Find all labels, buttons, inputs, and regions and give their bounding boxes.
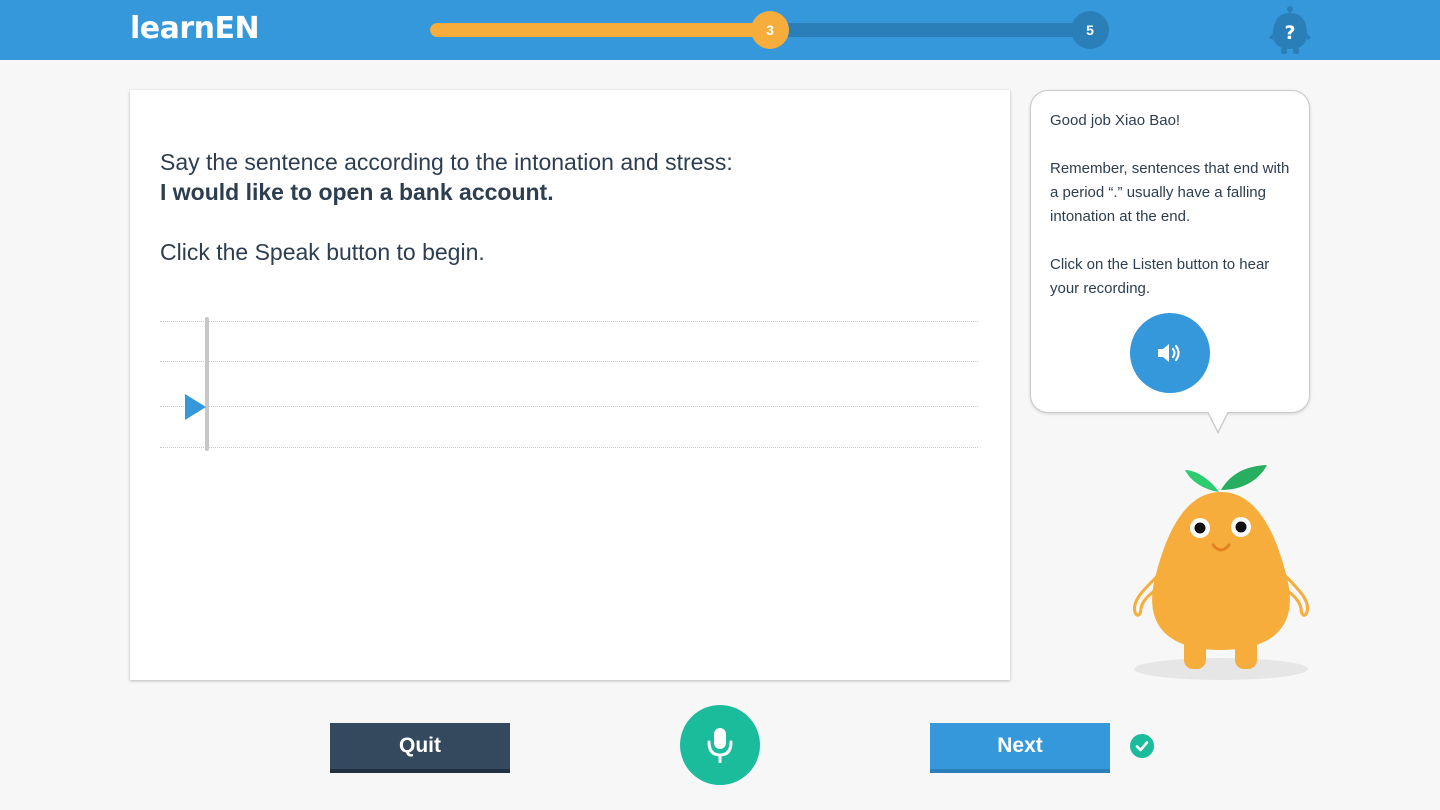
feedback-bubble: Good job Xiao Bao! Remember, sentences t…	[1030, 90, 1310, 413]
feedback-tip: Remember, sentences that end with a peri…	[1050, 160, 1290, 225]
help-icon: ?	[1269, 6, 1311, 54]
check-icon	[1130, 734, 1154, 758]
speak-button[interactable]	[680, 705, 760, 785]
mascot	[1133, 465, 1309, 680]
microphone-icon	[707, 728, 733, 763]
next-button[interactable]: Next	[930, 723, 1110, 773]
instruction-text: Say the sentence according to the intona…	[160, 149, 733, 175]
pitch-line	[160, 361, 978, 362]
current-step-badge: 3	[751, 11, 789, 49]
lesson-card: Say the sentence according to the intona…	[130, 90, 1010, 680]
pitch-line	[160, 406, 978, 407]
feedback-greeting: Good job Xiao Bao!	[1050, 112, 1181, 129]
pitch-line	[160, 447, 978, 448]
target-sentence: I would like to open a bank account.	[160, 179, 554, 205]
help-button[interactable]: ?	[1268, 5, 1312, 55]
feedback-listen-hint: Click on the Listen button to hear your …	[1050, 256, 1270, 297]
top-bar: learnEN 3 5 ?	[0, 0, 1440, 60]
quit-button[interactable]: Quit	[330, 723, 510, 773]
speaker-icon	[1158, 344, 1180, 362]
speak-hint: Click the Speak button to begin.	[160, 239, 485, 265]
listen-button[interactable]	[1130, 313, 1210, 393]
pitch-line	[160, 321, 978, 322]
logo: learnEN	[130, 11, 260, 46]
total-steps-badge: 5	[1071, 11, 1109, 49]
playback-cursor[interactable]	[205, 317, 209, 451]
intonation-graph	[160, 316, 978, 456]
bubble-tail-fill	[1208, 411, 1228, 431]
play-icon[interactable]	[185, 394, 206, 420]
progress-fill	[430, 23, 766, 37]
help-label: ?	[1284, 22, 1295, 44]
